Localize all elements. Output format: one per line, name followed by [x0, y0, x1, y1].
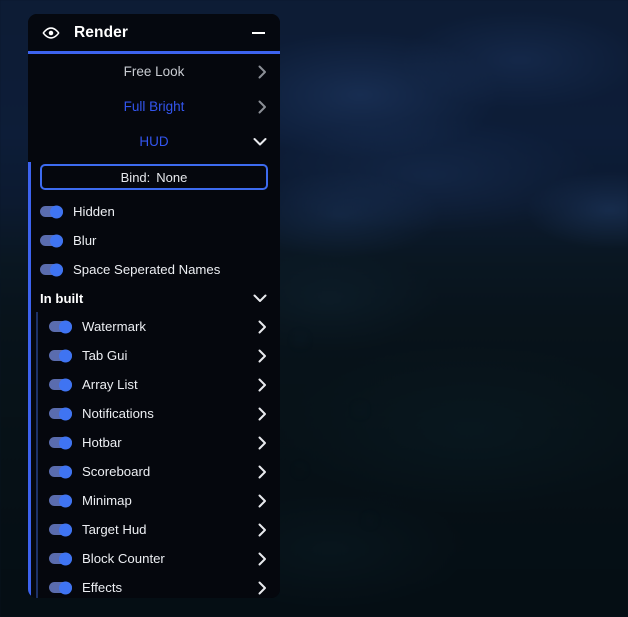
chevron-right-icon[interactable] — [258, 552, 267, 566]
chevron-down-icon[interactable] — [253, 294, 267, 303]
module-label-free-look: Free Look — [123, 64, 185, 79]
panel-title: Render — [74, 23, 129, 41]
toggle-knob — [50, 263, 63, 276]
toggle-knob — [59, 523, 72, 536]
chevron-right-icon[interactable] — [258, 523, 267, 537]
list-item-block-counter[interactable]: Block Counter — [39, 544, 280, 573]
panel-header[interactable]: Render — [28, 14, 280, 54]
minimize-button[interactable] — [250, 26, 266, 40]
toggle-knob — [59, 436, 72, 449]
toggle-hotbar[interactable] — [49, 436, 72, 449]
setting-row-space-seperated-names[interactable]: Space Seperated Names — [28, 255, 280, 284]
list-item-notifications[interactable]: Notifications — [39, 399, 280, 428]
chevron-right-icon[interactable] — [258, 436, 267, 450]
list-item-tab-gui[interactable]: Tab Gui — [39, 341, 280, 370]
toggle-blur[interactable] — [40, 234, 63, 247]
list-item-label: Target Hud — [82, 522, 147, 537]
setting-label-hidden: Hidden — [73, 204, 115, 219]
module-row-hud[interactable]: HUD — [28, 124, 280, 159]
toggle-knob — [59, 320, 72, 333]
toggle-knob — [59, 378, 72, 391]
chevron-right-icon[interactable] — [258, 581, 267, 595]
setting-row-blur[interactable]: Blur — [28, 226, 280, 255]
toggle-block-counter[interactable] — [49, 552, 72, 565]
list-item-hotbar[interactable]: Hotbar — [39, 428, 280, 457]
list-item-label: Array List — [82, 377, 138, 392]
chevron-right-icon[interactable] — [258, 494, 267, 508]
list-item-minimap[interactable]: Minimap — [39, 486, 280, 515]
eye-icon — [42, 24, 60, 42]
toggle-knob — [59, 349, 72, 362]
list-item-scoreboard[interactable]: Scoreboard — [39, 457, 280, 486]
bind-button[interactable]: Bind: None — [40, 164, 268, 190]
module-label-hud: HUD — [139, 134, 169, 149]
toggle-space-seperated-names[interactable] — [40, 263, 63, 276]
module-row-full-bright[interactable]: Full Bright — [28, 89, 280, 124]
toggle-array-list[interactable] — [49, 378, 72, 391]
chevron-right-icon[interactable] — [258, 407, 267, 421]
panel-body: Free Look Full Bright HUD Bind: None Hid… — [28, 54, 280, 598]
toggle-knob — [50, 205, 63, 218]
chevron-right-icon[interactable] — [258, 465, 267, 479]
toggle-scoreboard[interactable] — [49, 465, 72, 478]
panel-scroll-area[interactable]: Free Look Full Bright HUD Bind: None Hid… — [28, 54, 280, 598]
toggle-target-hud[interactable] — [49, 523, 72, 536]
module-row-free-look[interactable]: Free Look — [28, 54, 280, 89]
toggle-knob — [59, 407, 72, 420]
bind-row: Bind: None — [28, 159, 280, 197]
toggle-effects[interactable] — [49, 581, 72, 594]
list-item-label: Watermark — [82, 319, 146, 334]
chevron-right-icon[interactable] — [258, 65, 267, 79]
toggle-knob — [59, 465, 72, 478]
panel-left-accent-rail — [28, 162, 31, 598]
list-item-label: Scoreboard — [82, 464, 151, 479]
group-header-in-built[interactable]: In built — [28, 284, 280, 312]
list-item-array-list[interactable]: Array List — [39, 370, 280, 399]
list-item-label: Notifications — [82, 406, 154, 421]
setting-label-space-seperated-names: Space Seperated Names — [73, 262, 221, 277]
bind-value: None — [156, 169, 188, 185]
list-item-target-hud[interactable]: Target Hud — [39, 515, 280, 544]
group-title: In built — [40, 290, 84, 306]
list-item-label: Effects — [82, 580, 123, 595]
chevron-down-icon[interactable] — [253, 137, 267, 146]
list-item-watermark[interactable]: Watermark — [39, 312, 280, 341]
list-item-label: Minimap — [82, 493, 132, 508]
list-item-label: Block Counter — [82, 551, 165, 566]
toggle-minimap[interactable] — [49, 494, 72, 507]
list-item-label: Tab Gui — [82, 348, 128, 363]
toggle-knob — [59, 494, 72, 507]
module-label-full-bright: Full Bright — [123, 99, 185, 114]
chevron-right-icon[interactable] — [258, 100, 267, 114]
setting-row-hidden[interactable]: Hidden — [28, 197, 280, 226]
in-built-list: Watermark Tab Gui Array List Notificatio… — [28, 312, 280, 598]
toggle-watermark[interactable] — [49, 320, 72, 333]
nested-group-rail — [36, 312, 38, 598]
toggle-knob — [59, 581, 72, 594]
render-panel: Render Free Look Full Bright HUD Bind: N… — [28, 14, 280, 598]
setting-label-blur: Blur — [73, 233, 97, 248]
chevron-right-icon[interactable] — [258, 320, 267, 334]
chevron-right-icon[interactable] — [258, 349, 267, 363]
toggle-knob — [50, 234, 63, 247]
toggle-notifications[interactable] — [49, 407, 72, 420]
bind-label: Bind: — [120, 169, 151, 185]
toggle-knob — [59, 552, 72, 565]
toggle-tab-gui[interactable] — [49, 349, 72, 362]
toggle-hidden[interactable] — [40, 205, 63, 218]
list-item-label: Hotbar — [82, 435, 122, 450]
list-item-effects[interactable]: Effects — [39, 573, 280, 598]
minimize-icon — [251, 31, 265, 34]
chevron-right-icon[interactable] — [258, 378, 267, 392]
